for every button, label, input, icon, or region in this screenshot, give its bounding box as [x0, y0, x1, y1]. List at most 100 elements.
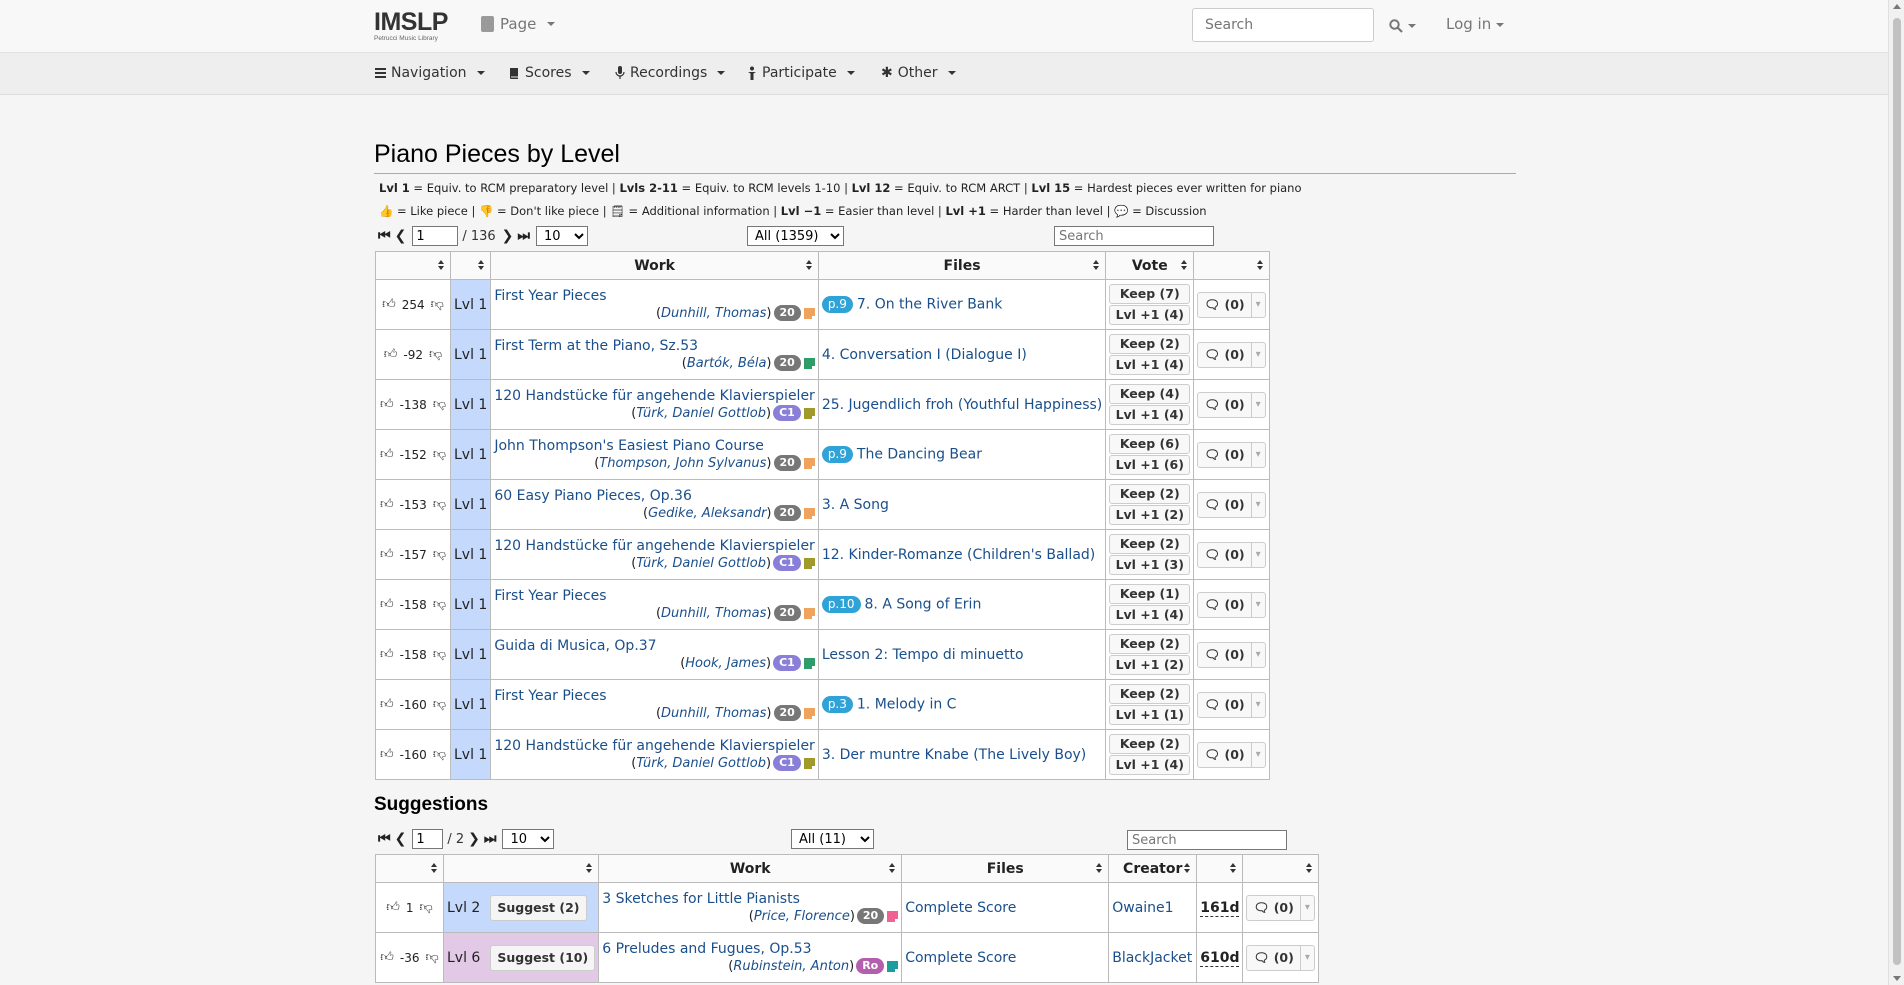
file-link[interactable]: 3. Der muntre Knabe (The Lively Boy) [822, 747, 1086, 763]
thumbs-down-icon[interactable]: 👎︎ [433, 597, 446, 612]
suggestion-filter-select[interactable]: All (11) [791, 829, 874, 849]
composer-link[interactable]: Hook, James [685, 656, 766, 671]
suggest-button[interactable]: Suggest (10) [490, 944, 596, 971]
discussion-button[interactable]: 🗨︎ (0) ▾ [1197, 291, 1266, 318]
composer-link[interactable]: Dunhill, Thomas [661, 306, 766, 321]
col-files[interactable]: Files [817, 251, 1107, 280]
next-page-button[interactable]: ❯ [466, 831, 482, 847]
thumbs-up-icon[interactable]: 👍︎ [386, 900, 400, 915]
level-up-vote-button[interactable]: Lvl +1 (2) [1109, 655, 1191, 675]
keep-vote-button[interactable]: Keep (2) [1109, 534, 1191, 554]
col-work[interactable]: Work [598, 854, 903, 883]
composer-link[interactable]: Türk, Daniel Gottlob [636, 406, 766, 421]
thumbs-up-icon[interactable]: 👍︎ [380, 597, 394, 612]
next-page-button[interactable]: ❯ [500, 228, 516, 244]
thumbs-up-icon[interactable]: 👍︎ [380, 697, 394, 712]
thumbs-down-icon[interactable]: 👎︎ [431, 297, 444, 312]
level-up-vote-button[interactable]: Lvl +1 (4) [1109, 355, 1191, 375]
info-note-icon[interactable] [803, 407, 815, 419]
file-link[interactable]: 8. A Song of Erin [865, 597, 982, 613]
nav-scores[interactable]: Scores [508, 65, 590, 81]
chevron-down-icon[interactable]: ▾ [1252, 343, 1265, 367]
info-note-icon[interactable] [887, 960, 899, 972]
discussion-button[interactable]: 🗨︎ (0) ▾ [1197, 341, 1266, 368]
discussion-button[interactable]: 🗨︎ (0) ▾ [1197, 591, 1266, 618]
chevron-down-icon[interactable]: ▾ [1252, 493, 1265, 517]
level-up-vote-button[interactable]: Lvl +1 (3) [1109, 555, 1191, 575]
keep-vote-button[interactable]: Keep (2) [1109, 634, 1191, 654]
work-link[interactable]: First Term at the Piano, Sz.53 [494, 337, 814, 355]
discussion-button[interactable]: 🗨︎ (0) ▾ [1246, 944, 1315, 971]
first-page-button[interactable]: ⏮ [376, 228, 393, 244]
composer-link[interactable]: Bartók, Béla [687, 356, 767, 371]
chevron-down-icon[interactable]: ▾ [1252, 743, 1265, 767]
page-number-input[interactable] [412, 226, 459, 246]
keep-vote-button[interactable]: Keep (6) [1109, 434, 1191, 454]
page-scrollbar[interactable] [1888, 0, 1904, 985]
file-link[interactable]: 4. Conversation I (Dialogue I) [822, 347, 1027, 363]
thumbs-down-icon[interactable]: 👎︎ [433, 647, 446, 662]
nav-recordings[interactable]: Recordings [615, 65, 726, 81]
composer-link[interactable]: Türk, Daniel Gottlob [636, 556, 766, 571]
work-link[interactable]: 6 Preludes and Fugues, Op.53 [602, 940, 898, 958]
chevron-down-icon[interactable]: ▾ [1252, 393, 1265, 417]
col-vote[interactable]: Vote [1105, 251, 1195, 280]
last-page-button[interactable]: ⏭ [482, 831, 499, 847]
thumbs-down-icon[interactable]: 👎︎ [420, 900, 433, 915]
suggestion-search-input[interactable] [1127, 830, 1287, 850]
file-link[interactable]: 25. Jugendlich froh (Youthful Happiness) [822, 397, 1102, 413]
col-likes[interactable] [375, 251, 451, 280]
thumbs-up-icon[interactable]: 👍︎ [380, 747, 394, 762]
work-link[interactable]: John Thompson's Easiest Piano Course [494, 437, 814, 455]
file-link[interactable]: The Dancing Bear [857, 447, 982, 463]
file-link[interactable]: Lesson 2: Tempo di minuetto [822, 647, 1024, 663]
col-level[interactable] [449, 251, 492, 280]
thumbs-up-icon[interactable]: 👍︎ [380, 397, 394, 412]
nav-other[interactable]: ✱ Other [881, 65, 956, 81]
level-up-vote-button[interactable]: Lvl +1 (1) [1109, 705, 1191, 725]
col-likes[interactable] [375, 854, 444, 883]
level-up-vote-button[interactable]: Lvl +1 (4) [1109, 305, 1191, 325]
info-note-icon[interactable] [803, 607, 815, 619]
level-up-vote-button[interactable]: Lvl +1 (2) [1109, 505, 1191, 525]
imslp-logo[interactable]: IMSLP Petrucci Music Library [374, 10, 448, 43]
info-note-icon[interactable] [803, 457, 815, 469]
prev-page-button[interactable]: ❮ [393, 228, 409, 244]
work-link[interactable]: 60 Easy Piano Pieces, Op.36 [494, 487, 814, 505]
composer-link[interactable]: Rubinstein, Anton [733, 959, 849, 974]
chevron-down-icon[interactable]: ▾ [1252, 593, 1265, 617]
info-note-icon[interactable] [887, 910, 899, 922]
info-note-icon[interactable] [803, 307, 815, 319]
level-up-vote-button[interactable]: Lvl +1 (4) [1109, 755, 1191, 775]
info-note-icon[interactable] [803, 357, 815, 369]
scroll-up-icon[interactable] [1893, 4, 1901, 9]
prev-page-button[interactable]: ❮ [393, 831, 409, 847]
thumbs-down-icon[interactable]: 👎︎ [433, 697, 446, 712]
col-discussion[interactable] [1242, 854, 1319, 883]
work-link[interactable]: First Year Pieces [494, 587, 814, 605]
suggest-button[interactable]: Suggest (2) [490, 894, 587, 921]
level-up-vote-button[interactable]: Lvl +1 (4) [1109, 605, 1191, 625]
thumbs-up-icon[interactable]: 👍︎ [380, 647, 394, 662]
col-level[interactable] [442, 854, 600, 883]
keep-vote-button[interactable]: Keep (1) [1109, 584, 1191, 604]
nav-participate[interactable]: Participate [747, 65, 855, 81]
nav-navigation[interactable]: Navigation [375, 65, 485, 81]
level-up-vote-button[interactable]: Lvl +1 (6) [1109, 455, 1191, 475]
col-age[interactable] [1196, 854, 1244, 883]
level-up-vote-button[interactable]: Lvl +1 (4) [1109, 405, 1191, 425]
info-note-icon[interactable] [803, 707, 815, 719]
work-link[interactable]: 120 Handstücke für angehende Klavierspie… [494, 537, 814, 555]
keep-vote-button[interactable]: Keep (2) [1109, 734, 1191, 754]
thumbs-up-icon[interactable]: 👍︎ [382, 297, 396, 312]
creator-link[interactable]: BlackJacket [1112, 950, 1192, 966]
chevron-down-icon[interactable]: ▾ [1301, 896, 1314, 920]
thumbs-up-icon[interactable]: 👍︎ [380, 547, 394, 562]
keep-vote-button[interactable]: Keep (2) [1109, 484, 1191, 504]
thumbs-down-icon[interactable]: 👎︎ [433, 447, 446, 462]
search-input[interactable] [1192, 8, 1374, 42]
info-note-icon[interactable] [803, 657, 815, 669]
thumbs-up-icon[interactable]: 👍︎ [384, 347, 398, 362]
thumbs-down-icon[interactable]: 👎︎ [429, 347, 442, 362]
per-page-select[interactable]: 10 [536, 226, 589, 246]
